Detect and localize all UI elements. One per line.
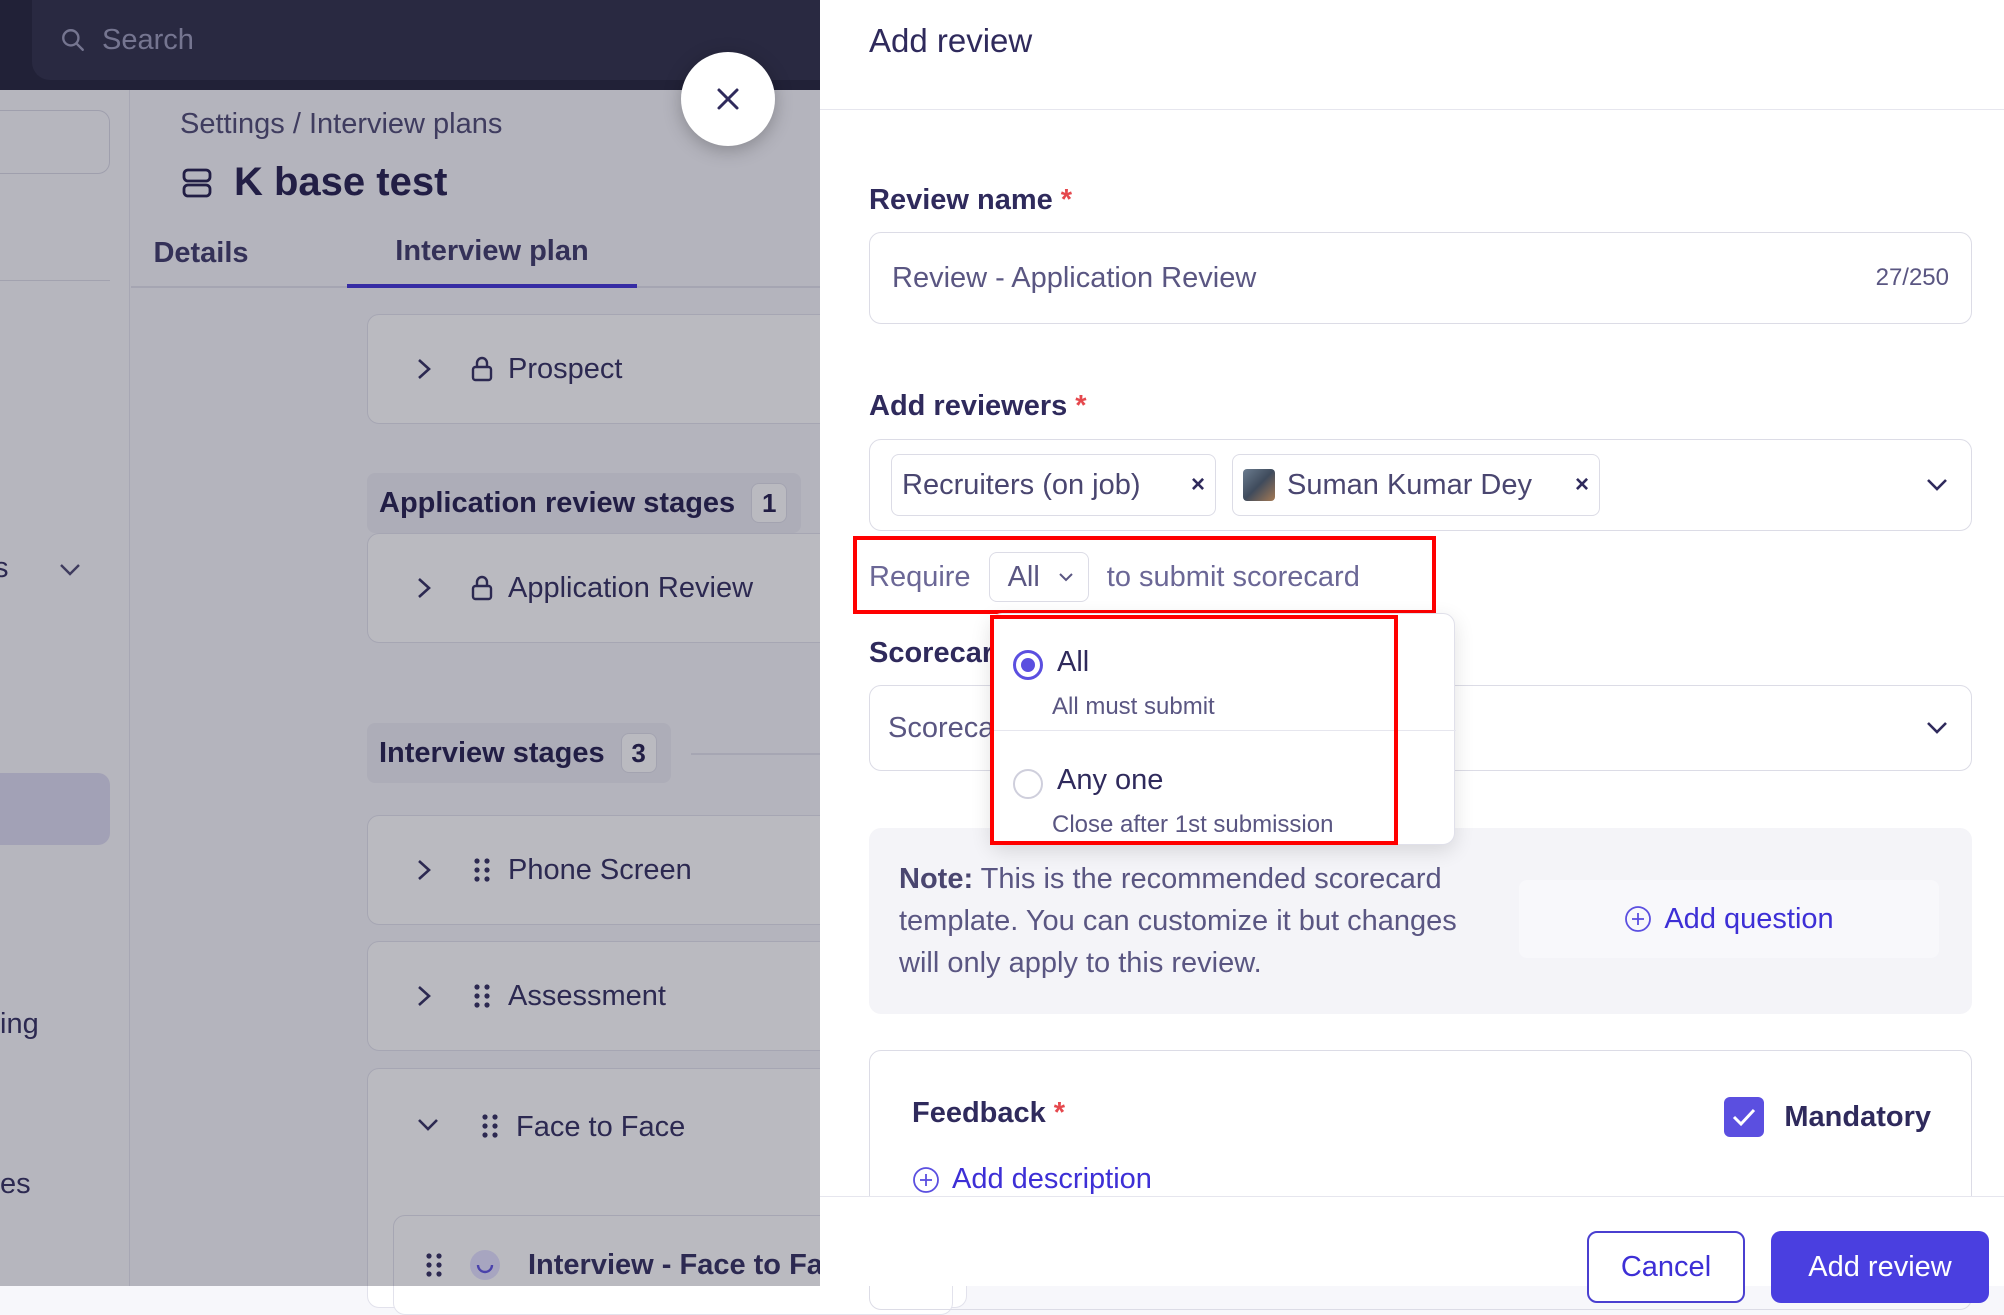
reviewer-chip-recruiters: Recruiters (on job) × [891,454,1216,516]
plus-circle-icon [913,1166,939,1193]
add-question-label: Add question [1664,902,1834,935]
highlight-dropdown [990,615,1398,845]
char-counter: 27/250 [1875,264,1949,291]
mandatory-toggle[interactable]: Mandatory [1724,1097,1931,1137]
scorecard-label: Scorecar [869,637,994,669]
note-bold: Note: [899,863,974,895]
note-body: This is the recommended scorecard templa… [899,863,1457,979]
add-description-label: Add description [952,1163,1152,1195]
question-title-text: Feedback [912,1097,1046,1129]
drawer-header: Add review [820,0,2004,110]
add-question-button[interactable]: Add question [1519,880,1939,958]
avatar [1243,469,1275,501]
review-name-value: Review - Application Review [892,261,1257,294]
modal-backdrop[interactable] [0,0,820,1286]
reviewers-label-text: Add reviewers [869,390,1068,422]
review-name-input[interactable]: Review - Application Review 27/250 [869,232,1972,324]
close-drawer-button[interactable] [681,52,775,146]
plus-circle-icon [1625,906,1652,932]
chip-label: Recruiters (on job) [902,468,1141,501]
remove-chip-button[interactable]: × [1575,471,1589,499]
add-description-button[interactable]: Add description [912,1163,1152,1196]
review-name-label-text: Review name [869,184,1053,216]
chevron-down-icon[interactable] [1925,477,1949,493]
required-marker: * [1075,390,1087,422]
scorecard-note: Note: This is the recommended scorecard … [869,828,1972,1014]
reviewer-chip-user: Suman Kumar Dey × [1232,454,1600,516]
check-icon [1733,1108,1756,1127]
drawer-footer: Cancel Add review [820,1196,2004,1303]
mandatory-checkbox[interactable] [1724,1097,1765,1137]
reviewers-select[interactable]: Recruiters (on job) × Suman Kumar Dey × [869,439,1972,531]
scorecard-placeholder: Scoreca [888,711,995,744]
chip-label: Suman Kumar Dey [1287,468,1532,501]
chevron-down-icon[interactable] [1925,720,1949,736]
required-marker: * [1060,184,1073,216]
cancel-button[interactable]: Cancel [1587,1231,1745,1303]
add-review-button[interactable]: Add review [1771,1231,1989,1303]
reviewers-label: Add reviewers * [869,390,1087,423]
mandatory-label: Mandatory [1784,1100,1931,1133]
remove-chip-button[interactable]: × [1191,471,1205,499]
note-text: Note: This is the recommended scorecard … [899,858,1499,984]
review-name-label: Review name * [869,184,1072,217]
question-title: Feedback * [912,1097,1065,1130]
required-marker: * [1053,1097,1066,1129]
drawer-title: Add review [869,22,1033,59]
highlight-require-row [853,536,1436,614]
close-icon [717,88,739,110]
